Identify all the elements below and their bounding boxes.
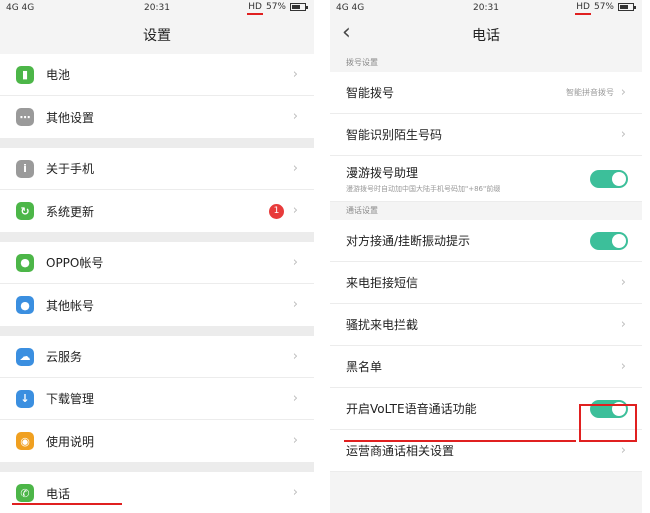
settings-item[interactable]: ↻ 系统更新 1 › xyxy=(0,190,314,232)
nav-bar: 设置 xyxy=(0,16,314,54)
settings-item[interactable]: ● 其他帐号 › xyxy=(0,284,314,326)
phone-setting-label: 智能识别陌生号码 xyxy=(346,128,443,142)
more-icon: ⋯ xyxy=(16,108,34,126)
phone-setting-label: 骚扰来电拦截 xyxy=(346,318,419,332)
settings-item-label: OPPO帐号 xyxy=(46,256,104,270)
chevron-right-icon: › xyxy=(292,349,298,364)
phone-setting-item[interactable]: 对方接通/挂断振动提示 xyxy=(330,220,642,262)
phone-icon: ✆ xyxy=(16,484,34,502)
group-divider xyxy=(0,138,314,148)
settings-item[interactable]: ✆ 电话 › xyxy=(0,472,314,513)
chevron-right-icon: › xyxy=(292,433,298,448)
settings-item-label: 使用说明 xyxy=(46,434,95,449)
update-icon: ↻ xyxy=(16,202,34,220)
nav-bar: ‹ 电话 xyxy=(330,16,642,54)
settings-group: ☁ 云服务 › ↓ 下载管理 › ◉ 使用说明 › xyxy=(0,336,314,462)
settings-item-label: 系统更新 xyxy=(46,204,95,219)
battery-icon xyxy=(618,3,636,11)
settings-item[interactable]: ↓ 下载管理 › xyxy=(0,378,314,420)
phone-setting-item[interactable]: 漫游拨号助理 漫游拨号时自动加中国大陆手机号码加"+86"前缀 xyxy=(330,156,642,202)
chevron-right-icon: › xyxy=(292,255,298,270)
phone-setting-label: 黑名单 xyxy=(346,360,383,374)
battery-percent: 57% xyxy=(265,2,286,12)
cloud-icon: ☁ xyxy=(16,347,34,366)
volte-highlight-underline xyxy=(344,440,576,442)
page-title: 电话 xyxy=(472,28,500,44)
settings-item-label: 下载管理 xyxy=(46,392,95,406)
user-icon: ● xyxy=(16,296,34,314)
hd-call-indicator: HD xyxy=(575,2,591,15)
settings-item-label: 关于手机 xyxy=(46,162,95,176)
settings-item[interactable]: ☁ 云服务 › xyxy=(0,336,314,378)
phone-setting-item[interactable]: 来电拒接短信 › xyxy=(330,262,642,304)
chevron-right-icon: › xyxy=(292,203,298,218)
settings-item[interactable]: i 关于手机 › xyxy=(0,148,314,190)
phone-setting-label: 来电拒接短信 xyxy=(346,276,419,290)
settings-item-label: 其他设置 xyxy=(46,110,95,125)
help-icon: ◉ xyxy=(16,432,34,450)
info-icon: i xyxy=(16,159,34,178)
chevron-right-icon: › xyxy=(292,391,298,406)
group-divider xyxy=(0,462,314,472)
phone-setting-item[interactable]: 骚扰来电拦截 › xyxy=(330,304,642,346)
settings-item-label: 电池 xyxy=(46,68,71,82)
phone-setting-item[interactable]: 黑名单 › xyxy=(330,346,642,388)
chevron-right-icon: › xyxy=(620,443,626,458)
settings-list: ▮ 电池 › ⋯ 其他设置 › i 关于手机 › ↻ 系统更新 1 › ● OPPO帐号 › ● 其他帐号 › ☁ 云服… xyxy=(0,54,314,513)
hd-call-indicator: HD xyxy=(247,2,263,15)
group-divider xyxy=(0,232,314,242)
chevron-right-icon: › xyxy=(620,275,626,290)
settings-screen: 4G 4G 20:31 HD 57% 设置 ▮ 电池 › ⋯ 其他设置 › i 关于手机 › ↻ 系… xyxy=(0,0,314,513)
settings-item-label: 电话 xyxy=(46,486,71,501)
battery-percent: 57% xyxy=(593,2,614,12)
settings-item[interactable]: ⋯ 其他设置 › xyxy=(0,96,314,138)
chevron-right-icon: › xyxy=(620,317,626,332)
chevron-right-icon: › xyxy=(292,67,298,82)
group-divider xyxy=(0,326,314,336)
update-count-badge: 1 xyxy=(269,204,284,219)
settings-group: ● OPPO帐号 › ● 其他帐号 › xyxy=(0,242,314,326)
section-header: 通话设置 xyxy=(330,202,642,220)
chevron-right-icon: › xyxy=(292,161,298,176)
settings-item-label: 其他帐号 xyxy=(46,298,95,313)
settings-group: i 关于手机 › ↻ 系统更新 1 › xyxy=(0,148,314,232)
download-icon: ↓ xyxy=(16,389,34,408)
phone-highlight-underline xyxy=(12,503,122,505)
status-bar: 4G 4G 20:31 HD 57% xyxy=(0,0,314,16)
phone-setting-item[interactable]: 智能识别陌生号码 › xyxy=(330,114,642,156)
settings-group: ✆ 电话 › xyxy=(0,472,314,513)
chevron-right-icon: › xyxy=(292,485,298,500)
volte-toggle-highlight-box xyxy=(579,404,637,442)
phone-settings-screen: 4G 4G 20:31 HD 57% ‹ 电话 拨号设置 智能拨号 智能拼音拨号 › 智… xyxy=(330,0,642,513)
chevron-right-icon: › xyxy=(620,127,626,142)
battery-icon: ▮ xyxy=(16,65,34,84)
settings-item[interactable]: ◉ 使用说明 › xyxy=(0,420,314,462)
chevron-right-icon: › xyxy=(292,297,298,312)
phone-setting-value: 智能拼音拨号 xyxy=(566,88,614,97)
chevron-right-icon: › xyxy=(292,109,298,124)
settings-item[interactable]: ▮ 电池 › xyxy=(0,54,314,96)
chevron-right-icon: › xyxy=(620,359,626,374)
phone-setting-label: 运营商通话相关设置 xyxy=(346,444,455,458)
settings-group: ▮ 电池 › ⋯ 其他设置 › xyxy=(0,54,314,138)
settings-item-label: 云服务 xyxy=(46,350,83,364)
battery-icon xyxy=(290,3,308,11)
section-header: 拨号设置 xyxy=(330,54,642,72)
settings-item[interactable]: ● OPPO帐号 › xyxy=(0,242,314,284)
page-title: 设置 xyxy=(143,28,171,44)
status-bar: 4G 4G 20:31 HD 57% xyxy=(330,0,642,16)
chevron-right-icon: › xyxy=(620,85,626,100)
toggle-switch[interactable] xyxy=(590,232,628,250)
phone-setting-item[interactable]: 智能拨号 智能拼音拨号 › xyxy=(330,72,642,114)
account-icon: ● xyxy=(16,253,34,272)
toggle-switch[interactable] xyxy=(590,170,628,188)
